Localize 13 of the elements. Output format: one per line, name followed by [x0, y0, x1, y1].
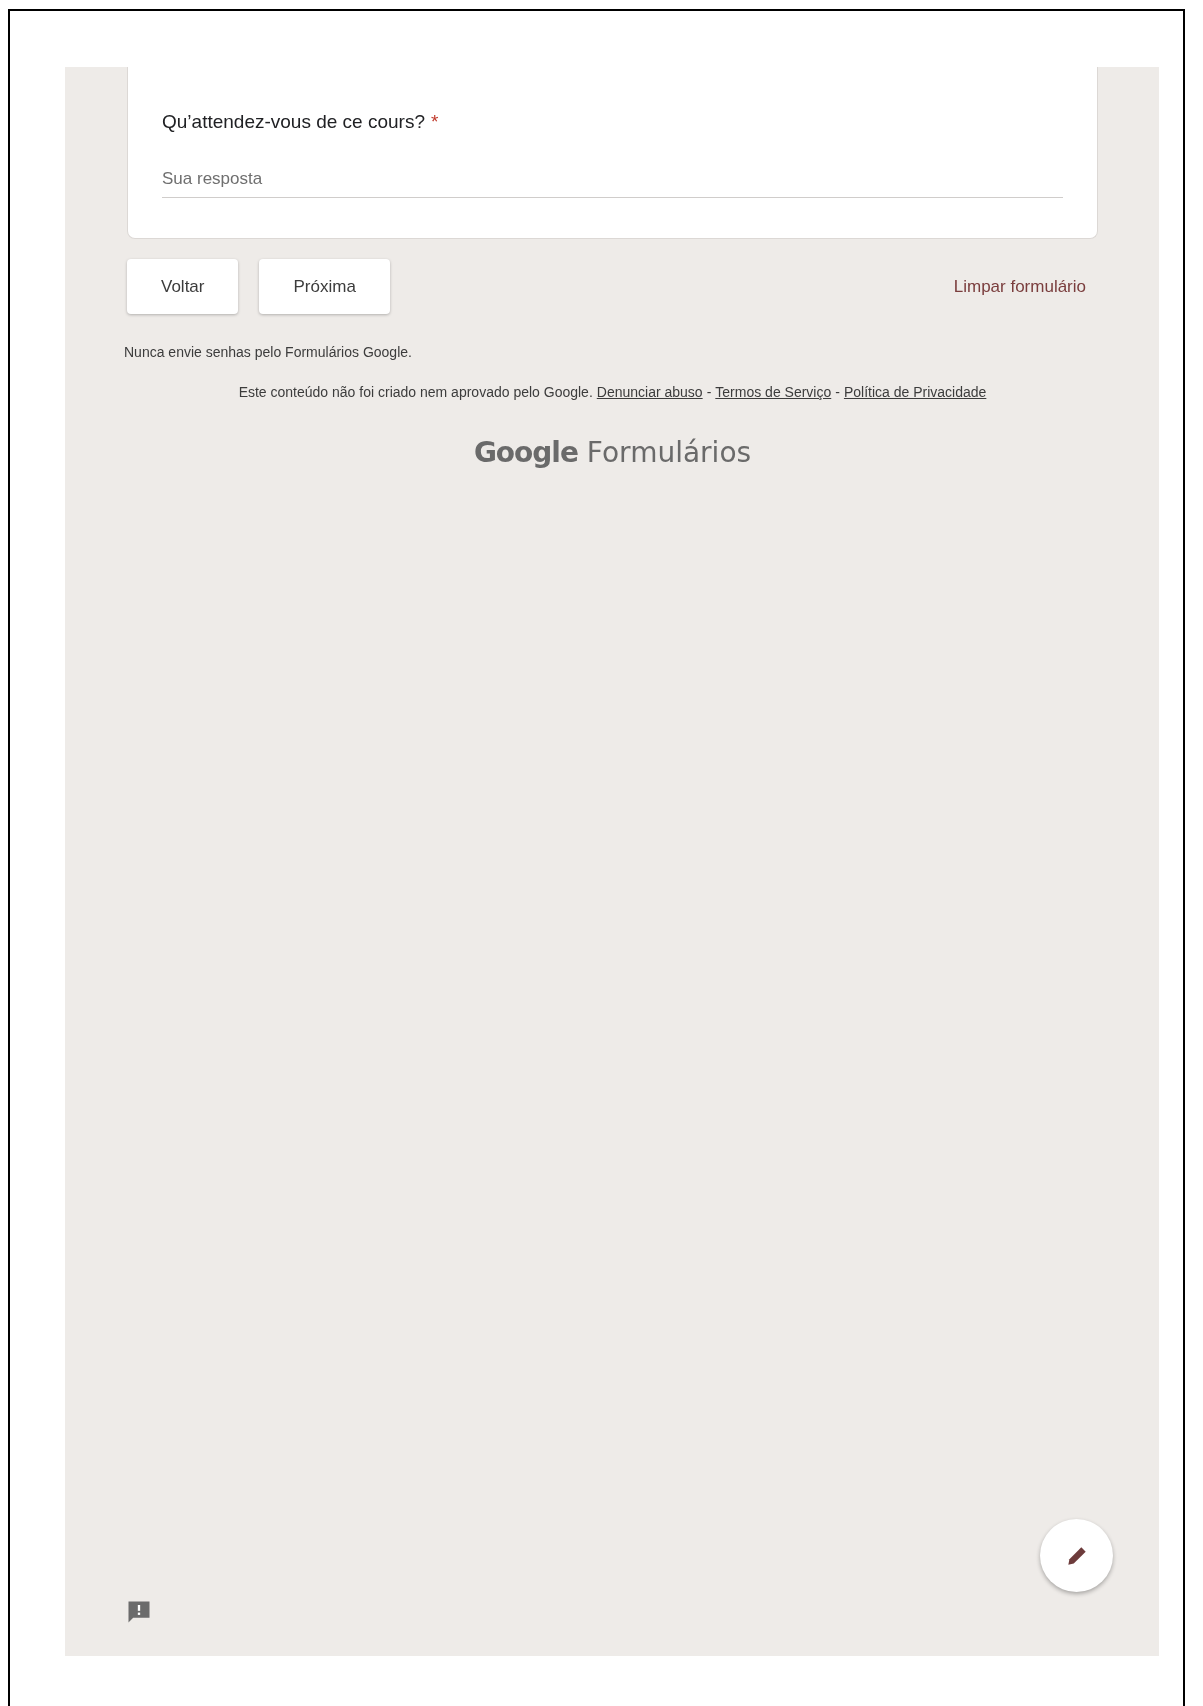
- answer-field[interactable]: Sua resposta: [162, 163, 1063, 198]
- edit-button[interactable]: [1040, 1519, 1113, 1592]
- google-forms-logo: Google Formulários: [473, 436, 752, 469]
- next-button[interactable]: Próxima: [259, 259, 390, 314]
- question-title: Qu’attendez-vous de ce cours?: [162, 111, 425, 133]
- footer-link[interactable]: Política de Privacidade: [843, 384, 987, 400]
- footer-link[interactable]: Denunciar abuso: [596, 384, 703, 400]
- disclaimer-text: Este conteúdo não foi criado nem aprovado pelo Google. Denunciar abuso - Termos de Serviço - Política de Privacidade: [237, 383, 988, 402]
- required-mark: *: [431, 111, 439, 133]
- back-button[interactable]: Voltar: [127, 259, 239, 314]
- footer-link[interactable]: Termos de Serviço: [715, 384, 832, 400]
- clear-form-link[interactable]: Limpar formulário: [953, 276, 1086, 297]
- password-warning: Nunca envie senhas pelo Formulários Google.: [124, 344, 413, 360]
